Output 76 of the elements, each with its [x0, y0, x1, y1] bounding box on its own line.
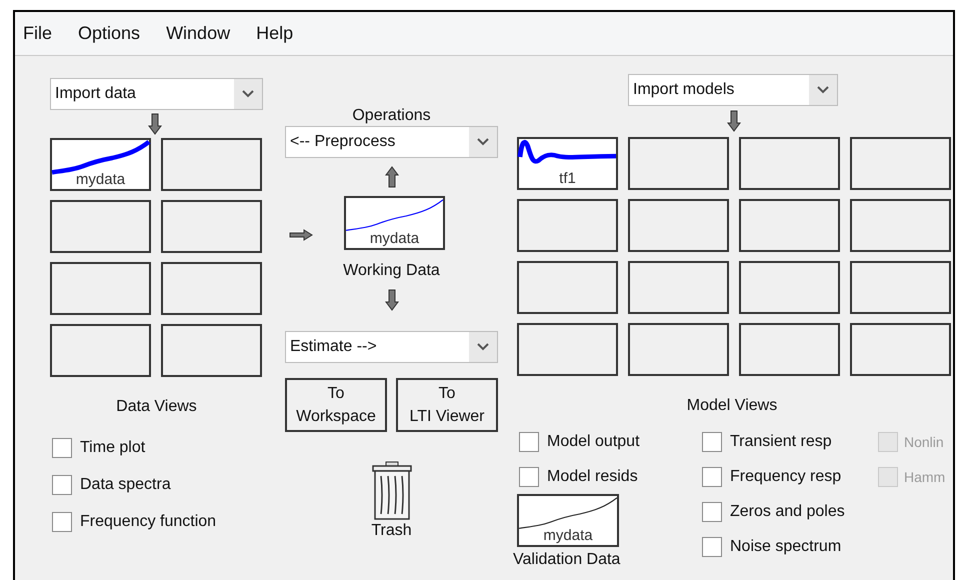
down-arrow-icon: [384, 289, 398, 311]
slot-label: mydata: [543, 527, 593, 545]
model-slot[interactable]: [739, 261, 840, 314]
estimate-dropdown[interactable]: Estimate -->: [285, 331, 498, 363]
checkbox-label: Time plot: [80, 438, 146, 456]
model-slot[interactable]: [628, 199, 729, 252]
model-slot[interactable]: [850, 261, 951, 314]
model-slot[interactable]: [517, 323, 618, 376]
checkbox[interactable]: [702, 466, 722, 486]
checkbox-label: Model resids: [547, 468, 638, 486]
chevron-icon: [469, 332, 497, 362]
menu-item[interactable]: Help: [256, 23, 294, 44]
export-button[interactable]: To Workspace: [285, 378, 387, 432]
section-title: Operations: [351, 106, 432, 126]
model-slot[interactable]: [628, 323, 729, 376]
checkbox[interactable]: [519, 432, 539, 452]
chevron-icon: [809, 75, 837, 105]
validation-data-slot[interactable]: mydata: [517, 494, 619, 547]
model-slot[interactable]: tf1: [517, 137, 618, 190]
model-slot[interactable]: [850, 323, 951, 376]
slot-label: mydata: [370, 230, 420, 248]
slot-label: tf1: [559, 170, 576, 188]
checkbox[interactable]: [52, 438, 72, 458]
trash-label: Trash: [371, 521, 412, 541]
checkbox-label: Nonlin: [904, 434, 944, 450]
data-slot[interactable]: [161, 138, 262, 191]
section-title: Model Views: [686, 396, 778, 416]
model-slot[interactable]: [739, 137, 840, 190]
down-arrow-icon: [727, 110, 741, 132]
checkbox-label: Frequency function: [80, 512, 216, 530]
model-slot[interactable]: [739, 323, 840, 376]
checkbox-label: Data spectra: [80, 476, 171, 494]
chevron-icon: [234, 79, 262, 109]
working-data-label: Working Data: [342, 261, 441, 281]
model-slot[interactable]: [739, 199, 840, 252]
menu-item[interactable]: File: [23, 23, 52, 44]
checkbox-label: Transient resp: [730, 432, 832, 450]
menu-item[interactable]: Window: [166, 23, 230, 44]
slot-label: mydata: [76, 171, 126, 189]
section-title: Data Views: [115, 397, 198, 417]
data-slot[interactable]: [50, 262, 151, 315]
model-slot[interactable]: [850, 199, 951, 252]
model-slot[interactable]: [850, 137, 951, 190]
import-data-dropdown[interactable]: Import data: [50, 78, 263, 110]
model-slot[interactable]: [628, 137, 729, 190]
checkbox[interactable]: [519, 466, 539, 486]
right-arrow-icon: [289, 229, 313, 241]
checkbox[interactable]: [52, 512, 72, 532]
down-arrow-icon: [148, 113, 162, 135]
preprocess-dropdown[interactable]: <-- Preprocess: [285, 126, 498, 158]
checkbox-label: Zeros and poles: [730, 502, 845, 520]
working-data-slot[interactable]: mydata: [344, 196, 445, 250]
model-slot[interactable]: [517, 199, 618, 252]
data-slot[interactable]: [50, 200, 151, 253]
checkbox-label: Model output: [547, 432, 640, 450]
checkbox[interactable]: [702, 432, 722, 452]
menu-item[interactable]: Options: [78, 23, 140, 44]
data-slot[interactable]: [161, 200, 262, 253]
trash-icon[interactable]: [370, 461, 412, 521]
export-button[interactable]: To LTI Viewer: [396, 378, 498, 432]
checkbox[interactable]: [702, 536, 722, 556]
data-slot[interactable]: [161, 262, 262, 315]
model-slot[interactable]: [628, 261, 729, 314]
checkbox-label: Noise spectrum: [730, 538, 842, 556]
data-slot[interactable]: mydata: [50, 138, 151, 191]
model-slot[interactable]: [517, 261, 618, 314]
import-models-dropdown[interactable]: Import models: [628, 74, 838, 106]
checkbox[interactable]: [702, 502, 722, 522]
up-arrow-icon: [384, 166, 398, 188]
chevron-icon: [469, 127, 497, 157]
checkbox-label: Hamm: [904, 468, 946, 484]
checkbox-label: Frequency resp: [730, 468, 842, 486]
validation-data-label: Validation Data: [513, 550, 620, 570]
checkbox[interactable]: [52, 474, 72, 494]
data-slot[interactable]: [50, 324, 151, 377]
data-slot[interactable]: [161, 324, 262, 377]
